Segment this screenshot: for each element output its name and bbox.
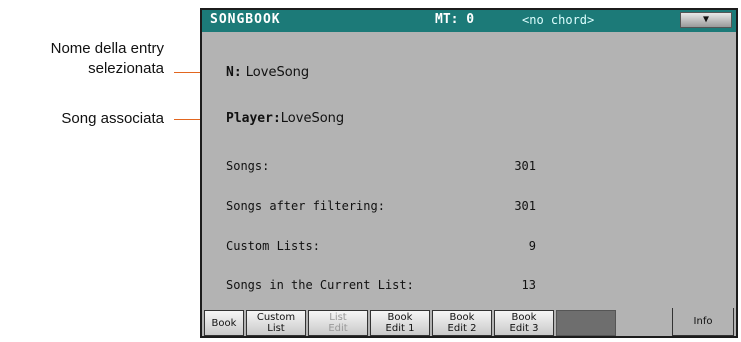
master-transpose: MT: 0	[435, 12, 475, 27]
stat-value-songs-filtered: 301	[514, 199, 536, 213]
triangle-down-icon: ▼	[702, 14, 710, 25]
callout-entry-name-line2: selezionata	[88, 60, 164, 77]
tab-book-edit-1[interactable]: Book Edit 1	[370, 310, 430, 336]
player-value: LoveSong	[280, 111, 345, 126]
entry-name-label: N:	[226, 65, 242, 80]
chord-indicator: <no chord>	[522, 13, 595, 27]
stat-label-songs: Songs:	[226, 159, 270, 173]
tab-info[interactable]: Info	[672, 308, 734, 336]
player-label: Player:	[226, 111, 281, 126]
page-menu-button[interactable]: ▼	[680, 12, 732, 28]
entry-name-value: LoveSong	[245, 65, 310, 80]
tab-book-edit-2[interactable]: Book Edit 2	[432, 310, 492, 336]
tab-bar: Book Custom List List Edit Book Edit 1 B…	[202, 308, 736, 336]
stat-label-songs-filtered: Songs after filtering:	[226, 199, 385, 213]
tab-book-edit-3[interactable]: Book Edit 3	[494, 310, 554, 336]
stat-value-songs: 301	[514, 159, 536, 173]
callout-entry-name-line1: Nome della entry	[50, 40, 164, 57]
page-title: SONGBOOK	[210, 12, 281, 27]
stat-label-current-list: Songs in the Current List:	[226, 278, 414, 292]
tab-empty	[556, 310, 616, 336]
callout-entry-name: Nome della entry selezionata	[51, 39, 164, 79]
stat-value-current-list: 13	[521, 278, 536, 292]
stat-value-custom-lists: 9	[528, 239, 536, 253]
callout-associated-song: Song associata	[61, 110, 164, 127]
entry-name-field: N: LoveSong	[226, 65, 309, 80]
songbook-screen: SONGBOOK MT: 0 <no chord> ▼ N: LoveSong …	[200, 8, 738, 338]
tab-list-edit[interactable]: List Edit	[308, 310, 368, 336]
stat-label-custom-lists: Custom Lists:	[226, 239, 320, 253]
player-field: Player:LoveSong	[226, 111, 344, 126]
tab-custom-list[interactable]: Custom List	[246, 310, 306, 336]
header-bar: SONGBOOK MT: 0 <no chord> ▼	[202, 10, 736, 32]
tab-book[interactable]: Book	[204, 310, 244, 336]
